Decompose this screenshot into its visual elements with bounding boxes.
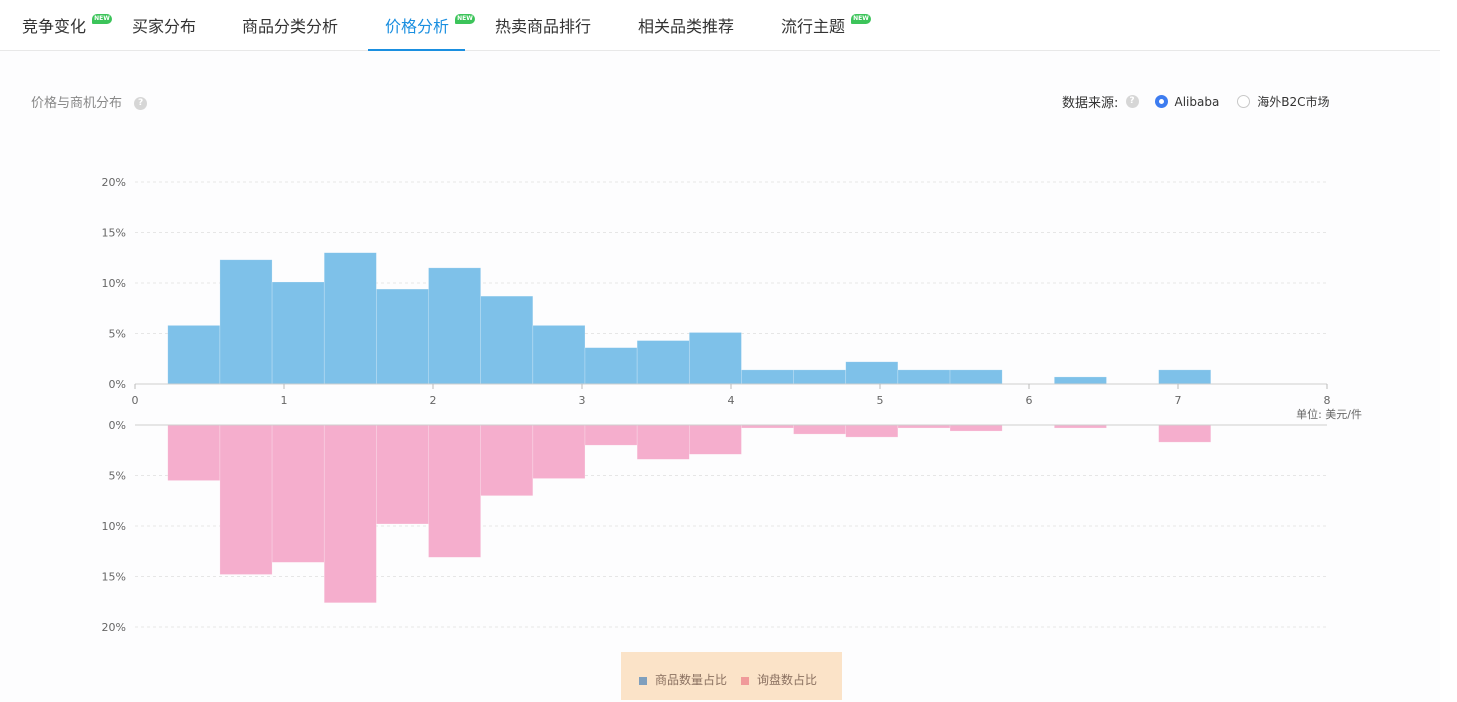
- x-tick-label: 8: [1324, 394, 1331, 407]
- tab-label: 买家分布: [132, 17, 197, 36]
- inquiry-share-bar: [323, 424, 377, 604]
- bottom-y-tick-label: 15%: [102, 571, 126, 584]
- x-tick-label: 3: [579, 394, 586, 407]
- data-source-help-icon[interactable]: ?: [1125, 95, 1139, 108]
- inquiry-share-bar: [480, 424, 534, 496]
- source-option-overseas-b2c[interactable]: 海外B2C市场: [1237, 93, 1330, 110]
- tab-label: 热卖商品排行: [495, 17, 592, 36]
- bottom-y-tick-label: 10%: [102, 520, 126, 533]
- x-tick-label: 1: [281, 394, 288, 407]
- x-tick-label: 5: [877, 394, 884, 407]
- data-source-label: 数据来源:: [1062, 96, 1119, 111]
- inquiry-share-bar: [897, 424, 951, 429]
- x-tick-label: 4: [728, 394, 735, 407]
- section-title: 价格与商机分布 ?: [31, 92, 148, 111]
- x-tick-label: 2: [430, 394, 437, 407]
- inquiry-share-bar: [741, 424, 794, 429]
- tab-related-categories[interactable]: 相关品类推荐: [638, 0, 734, 50]
- product-share-bar: [949, 369, 1003, 385]
- section-title-text: 价格与商机分布: [31, 96, 123, 111]
- product-share-bar: [167, 325, 221, 385]
- legend-swatch-inquiry-share: [741, 676, 749, 685]
- top-y-tick-label: 20%: [102, 176, 126, 189]
- top-y-tick-label: 5%: [109, 328, 126, 341]
- source-option-alibaba-label: Alibaba: [1174, 94, 1220, 109]
- legend-item-inquiry-share[interactable]: 询盘数占比: [741, 671, 817, 688]
- product-share-bar: [793, 369, 847, 385]
- product-share-bar: [376, 288, 429, 385]
- tab-label: 流行主题: [781, 17, 846, 36]
- new-badge: NEW: [455, 14, 475, 24]
- tab-label: 相关品类推荐: [638, 17, 735, 36]
- tab-trending-themes[interactable]: 流行主题: [781, 0, 845, 50]
- product-share-bar: [688, 332, 742, 385]
- help-icon[interactable]: ?: [134, 97, 148, 110]
- bottom-y-tick-label: 0%: [109, 419, 126, 432]
- product-share-bar: [271, 281, 325, 385]
- inquiry-share-bar: [271, 424, 325, 563]
- top-y-tick-label: 0%: [109, 378, 126, 391]
- legend-item-product-share[interactable]: 商品数量占比: [639, 671, 727, 688]
- tab-bar: 竞争变化 NEW 买家分布 商品分类分析 价格分析 NEW 热卖商品排行 相关品类推荐 流行主题…: [0, 0, 1440, 51]
- inquiry-share-bar: [532, 424, 586, 479]
- new-badge: NEW: [92, 14, 112, 24]
- tab-competition[interactable]: 竞争变化: [22, 0, 86, 50]
- tab-label: 商品分类分析: [242, 17, 339, 36]
- product-share-bar: [845, 361, 899, 385]
- tab-hot-products[interactable]: 热卖商品排行: [495, 0, 591, 50]
- product-share-bar: [636, 340, 690, 385]
- bottom-y-tick-label: 20%: [102, 621, 126, 634]
- product-share-bar: [741, 369, 794, 385]
- product-share-bar: [532, 325, 586, 385]
- product-share-bar: [584, 347, 638, 385]
- source-option-alibaba[interactable]: Alibaba: [1154, 94, 1220, 109]
- legend-label-inquiry-share: 询盘数占比: [757, 673, 818, 687]
- tab-category-analysis[interactable]: 商品分类分析: [242, 0, 338, 50]
- inquiry-share-bar: [376, 424, 429, 525]
- product-share-bar: [323, 252, 377, 385]
- radio-overseas-b2c[interactable]: [1237, 95, 1251, 108]
- x-tick-label: 0: [132, 394, 139, 407]
- data-source-selector: 数据来源: ? Alibaba 海外B2C市场: [1062, 92, 1330, 112]
- tab-buyer-distribution[interactable]: 买家分布: [132, 0, 196, 50]
- tab-label: 价格分析: [385, 17, 450, 36]
- legend-swatch-product-share: [639, 676, 647, 685]
- product-share-bar: [480, 295, 534, 385]
- source-option-overseas-b2c-label: 海外B2C市场: [1257, 95, 1330, 109]
- inquiry-share-bar: [584, 424, 638, 446]
- product-share-bar: [219, 259, 273, 385]
- tab-label: 竞争变化: [22, 17, 87, 36]
- x-tick-label: 7: [1175, 394, 1182, 407]
- top-y-tick-label: 15%: [102, 227, 126, 240]
- inquiry-share-bar: [636, 424, 690, 460]
- inquiry-share-bar: [219, 424, 273, 575]
- x-axis-unit-label: 单位: 美元/件: [1296, 407, 1362, 421]
- product-share-bar: [428, 267, 481, 385]
- product-share-bar: [897, 369, 951, 385]
- inquiry-share-bar: [428, 424, 481, 558]
- chart-legend: 商品数量占比 询盘数占比: [621, 652, 842, 700]
- top-y-tick-label: 10%: [102, 277, 126, 290]
- bottom-y-tick-label: 5%: [109, 470, 126, 483]
- inquiry-share-bar: [949, 424, 1003, 432]
- page: 竞争变化 NEW 买家分布 商品分类分析 价格分析 NEW 热卖商品排行 相关品类推荐 流行主题…: [0, 0, 1440, 702]
- new-badge: NEW: [851, 14, 871, 24]
- inquiry-share-bar: [845, 424, 899, 438]
- product-share-bar: [1158, 369, 1212, 385]
- inquiry-share-bar: [1054, 424, 1107, 429]
- inquiry-share-bar: [1158, 424, 1212, 443]
- product-share-bar: [1054, 376, 1107, 385]
- active-tab-indicator: [368, 49, 466, 51]
- radio-alibaba[interactable]: [1154, 95, 1168, 108]
- legend-label-product-share: 商品数量占比: [655, 673, 728, 687]
- inquiry-share-bar: [688, 424, 742, 455]
- inquiry-share-bar: [167, 424, 221, 481]
- tab-price-analysis[interactable]: 价格分析: [368, 0, 466, 51]
- inquiry-share-bar: [793, 424, 847, 435]
- x-tick-label: 6: [1026, 394, 1033, 407]
